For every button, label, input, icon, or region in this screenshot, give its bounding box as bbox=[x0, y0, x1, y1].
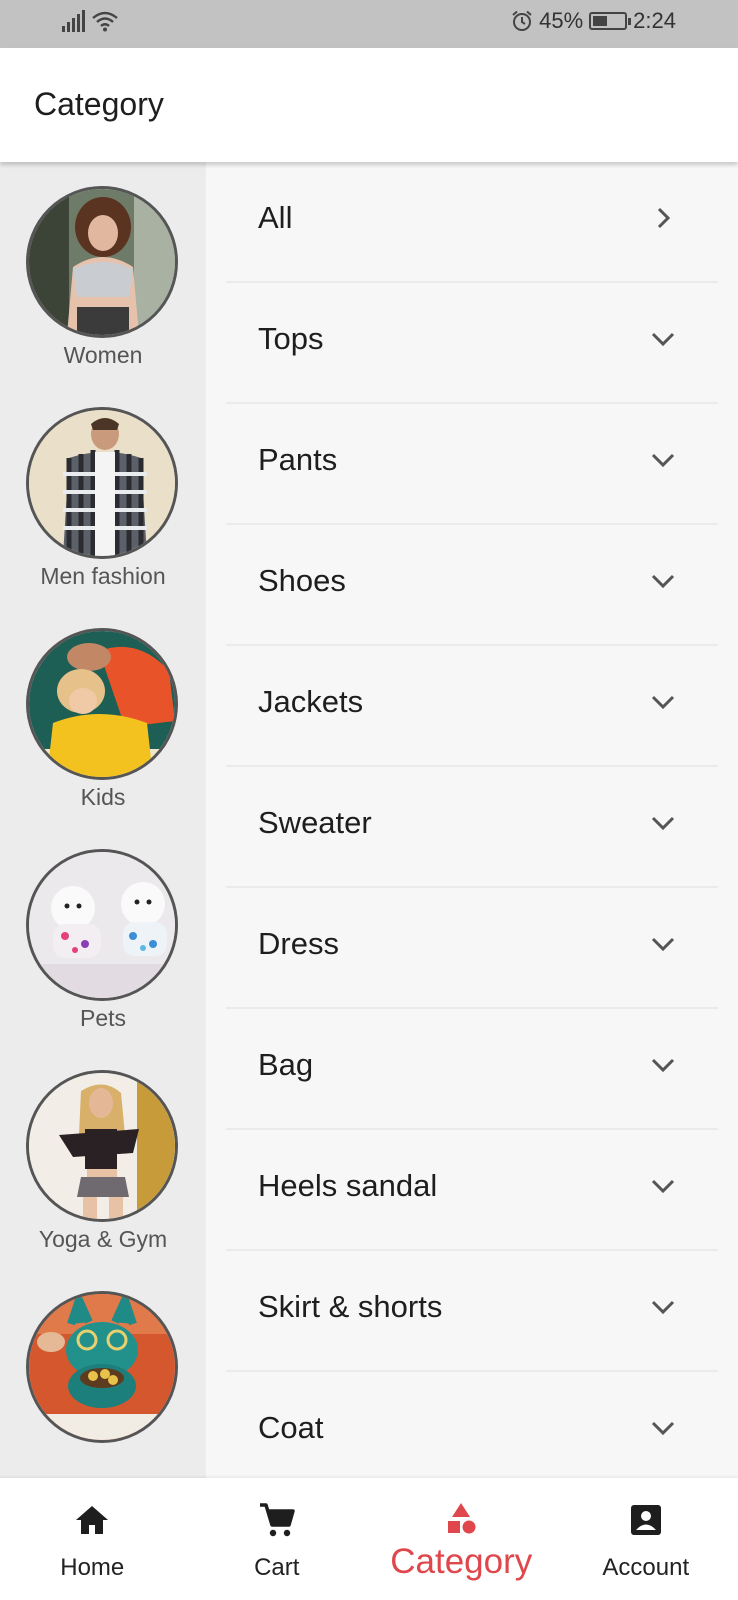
sidebar-item-label: Kids bbox=[80, 784, 126, 810]
account-icon bbox=[630, 1505, 661, 1535]
category-label: Sweater bbox=[258, 805, 372, 840]
category-label: Heels sandal bbox=[258, 1168, 438, 1203]
category-label: Tops bbox=[258, 321, 324, 356]
battery-icon bbox=[589, 12, 632, 30]
category-label: Coat bbox=[258, 1410, 324, 1445]
chevron-down-icon bbox=[651, 1058, 675, 1073]
chevron-down-icon bbox=[651, 453, 675, 468]
man-photo bbox=[26, 407, 178, 559]
category-row-shoes[interactable]: Shoes bbox=[226, 525, 718, 646]
sidebar-item-yoga-gym[interactable]: Yoga & Gym bbox=[0, 1046, 206, 1272]
category-label: Dress bbox=[258, 926, 339, 961]
category-row-jackets[interactable]: Jackets bbox=[226, 646, 718, 767]
pets-photo bbox=[26, 849, 178, 1001]
nav-label-active: Category bbox=[390, 1542, 533, 1581]
nav-label: Cart bbox=[254, 1554, 300, 1581]
page-title: Category bbox=[34, 86, 164, 122]
nav-home[interactable]: Home bbox=[0, 1478, 185, 1600]
category-row-coat[interactable]: Coat bbox=[226, 1372, 718, 1478]
chevron-right-icon bbox=[657, 207, 671, 229]
category-label: Jackets bbox=[258, 684, 364, 719]
nav-account[interactable]: Account bbox=[554, 1478, 738, 1600]
chevron-down-icon bbox=[651, 332, 675, 347]
category-row-dress[interactable]: Dress bbox=[226, 888, 718, 1009]
category-icon bbox=[448, 1503, 476, 1534]
sidebar-item-men-fashion[interactable]: Men fashion bbox=[0, 383, 206, 609]
category-row-tops[interactable]: Tops bbox=[226, 283, 718, 404]
category-label: Bag bbox=[258, 1047, 314, 1082]
category-row-bag[interactable]: Bag bbox=[226, 1009, 718, 1130]
nav-label: Home bbox=[60, 1554, 125, 1581]
category-label: Skirt & shorts bbox=[258, 1289, 443, 1324]
chevron-down-icon bbox=[651, 1421, 675, 1436]
cart-icon bbox=[259, 1503, 295, 1537]
status-left bbox=[62, 10, 119, 32]
category-row-all[interactable]: All bbox=[226, 162, 718, 283]
chevron-down-icon bbox=[651, 816, 675, 831]
chevron-down-icon bbox=[651, 937, 675, 952]
chevron-down-icon bbox=[651, 695, 675, 710]
category-label: Shoes bbox=[258, 563, 346, 598]
category-list[interactable]: All Tops Pants Shoes Jackets Sweater Dre… bbox=[206, 162, 738, 1478]
wifi-icon bbox=[92, 11, 118, 32]
clock-time: 2:24 bbox=[633, 8, 676, 33]
chevron-down-icon bbox=[651, 1300, 675, 1315]
bottom-nav: Home Cart Category Account bbox=[0, 1478, 738, 1600]
category-label: Pants bbox=[258, 442, 338, 477]
nav-cart[interactable]: Cart bbox=[185, 1478, 370, 1600]
sidebar-item-kids[interactable]: Kids bbox=[0, 604, 206, 830]
status-right: 45% 2:24 bbox=[511, 8, 676, 34]
woman-photo bbox=[26, 186, 178, 338]
kids-photo bbox=[26, 628, 178, 780]
nav-label: Account bbox=[602, 1554, 690, 1581]
battery-fill bbox=[593, 16, 608, 26]
sidebar-item-label: Pets bbox=[79, 1005, 127, 1031]
category-row-skirt-shorts[interactable]: Skirt & shorts bbox=[226, 1251, 718, 1372]
home-icon bbox=[76, 1506, 109, 1534]
sidebar-item-women[interactable]: Women bbox=[0, 162, 206, 388]
category-row-heels-sandal[interactable]: Heels sandal bbox=[226, 1130, 718, 1251]
app-bar: Category bbox=[0, 48, 738, 162]
category-label: All bbox=[258, 200, 293, 235]
yoga-photo bbox=[26, 1070, 178, 1222]
sidebar-item-label: Yoga & Gym bbox=[38, 1226, 168, 1252]
alarm-icon bbox=[512, 10, 532, 31]
nav-category[interactable]: Category bbox=[369, 1478, 554, 1600]
sidebar-item-decor[interactable] bbox=[0, 1267, 206, 1478]
category-row-pants[interactable]: Pants bbox=[226, 404, 718, 525]
sidebar-item-label: Women bbox=[63, 342, 143, 368]
battery-percent: 45% bbox=[539, 8, 584, 33]
signal-icon bbox=[62, 10, 85, 32]
chevron-down-icon bbox=[651, 1179, 675, 1194]
chevron-down-icon bbox=[651, 574, 675, 589]
decor-photo bbox=[26, 1291, 178, 1443]
sidebar-item-pets[interactable]: Pets bbox=[0, 825, 206, 1051]
category-row-sweater[interactable]: Sweater bbox=[226, 767, 718, 888]
category-sidebar[interactable]: Women Men fashion Kids Pets Yoga & Gym bbox=[0, 162, 206, 1478]
sidebar-item-label: Men fashion bbox=[40, 563, 166, 589]
status-bar: 45% 2:24 bbox=[0, 0, 738, 48]
